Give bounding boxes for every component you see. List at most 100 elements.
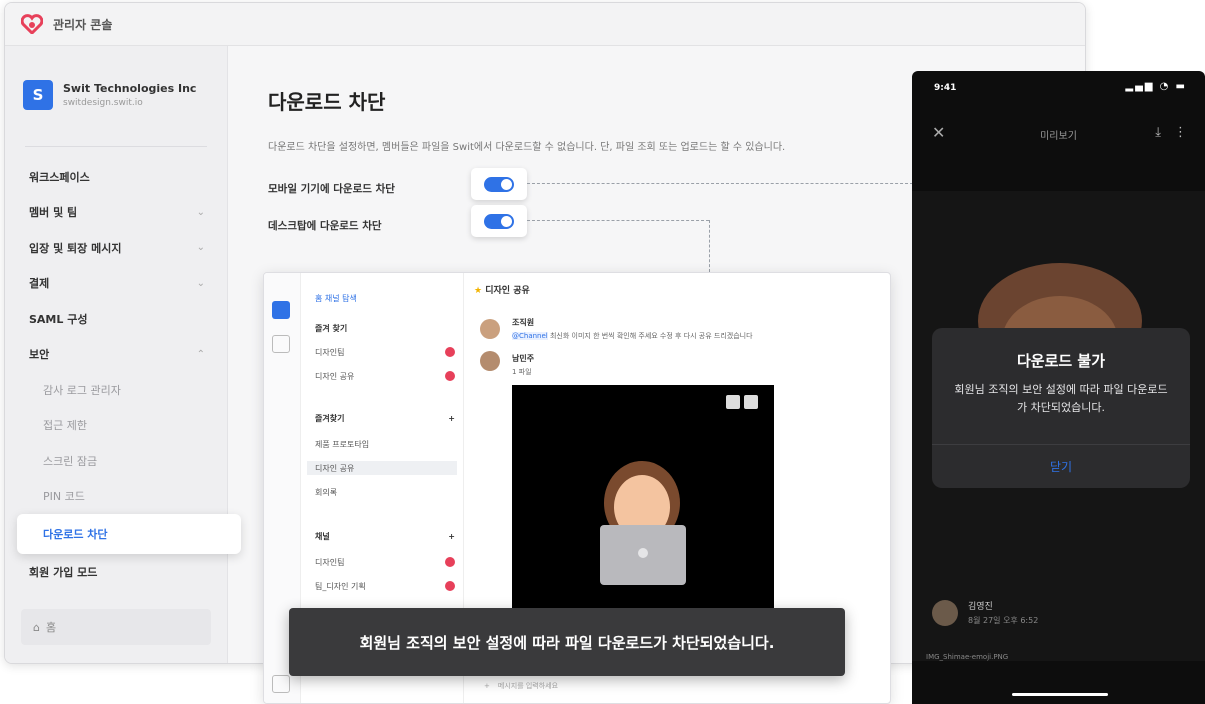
download-blocked-toast: 회원님 조직의 보안 설정에 따라 파일 다운로드가 차단되었습니다. [289, 608, 845, 676]
sidebar-item-label: PIN 코드 [43, 490, 85, 504]
list-item-label: 팀_디자인 기획 [315, 581, 366, 591]
sidebar-item-label: 보안 [29, 348, 50, 362]
home-icon: ⌂ [33, 620, 40, 634]
status-icons: ▂▄▆ ◔ ▬ [1125, 81, 1187, 92]
shared-video-preview[interactable] [512, 385, 774, 615]
desktop-download-toggle[interactable] [471, 205, 527, 237]
connector-line [527, 220, 709, 221]
list-item[interactable]: 디자인 공유 [315, 369, 455, 383]
unread-badge [445, 581, 455, 591]
sidebar-item-label: 워크스페이스 [29, 170, 90, 184]
rail-home-icon[interactable] [272, 301, 290, 319]
browse-channels[interactable]: 홈 채널 탐색 [315, 291, 455, 305]
download-unavailable-dialog: 다운로드 불가 회원님 조직의 보안 설정에 따라 파일 다운로드가 차단되었습… [932, 328, 1190, 488]
sidebar-item-saml[interactable]: SAML 구성 [5, 301, 227, 337]
home-button[interactable]: ⌂ 홈 [21, 609, 211, 645]
sidebar-item-security[interactable]: 보안 ⌃ [5, 337, 227, 373]
phone-header-title: 미리보기 [1040, 131, 1077, 142]
file-owner: 김영진 8월 27일 오후 6:52 [932, 599, 1038, 626]
chevron-up-icon: ⌃ [196, 348, 205, 360]
sidebar-item-label: 스크린 잠금 [43, 454, 98, 468]
sidebar-item-screen-lock[interactable]: 스크린 잠금 [5, 443, 227, 479]
composer-placeholder: 메시지를 입력하세요 [497, 682, 559, 690]
more-icon[interactable] [744, 395, 758, 409]
list-item-label: 즐겨 찾기 [315, 323, 348, 333]
memoji-image [600, 461, 686, 585]
owner-time: 8월 27일 오후 6:52 [968, 616, 1039, 625]
sidebar-item-audit-log[interactable]: 감사 로그 관리자 [5, 372, 227, 408]
org-name: Swit Technologies Inc [63, 82, 197, 95]
unread-badge [445, 347, 455, 357]
more-icon[interactable]: ⋮ [1174, 125, 1187, 140]
sidebar-item-label: SAML 구성 [29, 312, 88, 326]
list-item[interactable]: 팀_디자인 기획 [315, 579, 455, 593]
file-name: IMG_Shimae-emoji.PNG [926, 653, 1009, 661]
sidebar-item-members[interactable]: 멤버 및 팀 ⌄ [5, 195, 227, 231]
sidebar-item-download-block[interactable]: 다운로드 차단 [17, 514, 241, 554]
rail-settings-icon[interactable] [272, 675, 290, 693]
org-switcher[interactable]: S Swit Technologies Inc switdesign.swit.… [5, 46, 227, 110]
download-icon[interactable]: ⤓ [1155, 125, 1161, 140]
sidebar-nav: 워크스페이스 멤버 및 팀 ⌄ 입장 및 퇴장 메시지 ⌄ 결제 ⌄ SAML 구성 … [5, 147, 241, 590]
section-favorites[interactable]: 즐겨 찾기 [315, 321, 455, 335]
console-title: 관리자 콘솔 [53, 17, 113, 32]
dialog-close-button[interactable]: 닫기 [932, 445, 1190, 488]
list-item[interactable]: 회의록 [315, 485, 455, 499]
mobile-download-toggle[interactable] [471, 168, 527, 200]
list-item[interactable]: 제품 프로토타입 [315, 437, 455, 451]
toggle-switch [484, 176, 514, 192]
owner-name: 김영진 [968, 602, 993, 612]
status-time: 9:41 [934, 83, 957, 93]
section-channels[interactable]: 채널 + [315, 529, 455, 543]
sidebar-item-billing[interactable]: 결제 ⌄ [5, 266, 227, 302]
toggle-knob [501, 215, 512, 227]
connector-line [709, 220, 710, 272]
list-item[interactable]: 디자인팀 [315, 555, 455, 569]
home-label: 홈 [45, 621, 57, 634]
unread-badge [445, 557, 455, 567]
list-item-label: 디자인팀 [315, 557, 345, 567]
add-icon[interactable]: + [448, 532, 455, 541]
list-item[interactable]: 디자인팀 [315, 345, 455, 359]
list-item-selected[interactable]: 디자인 공유 [307, 461, 457, 475]
rail-task-icon[interactable] [272, 335, 290, 353]
chat-title[interactable]: ★ 디자인 공유 [474, 283, 530, 296]
add-icon[interactable]: + [448, 414, 455, 423]
sidebar-item-label: 회원 가입 모드 [29, 565, 98, 579]
chat-title-label: 디자인 공유 [485, 286, 530, 296]
mention-tag[interactable]: @Channel [512, 332, 548, 340]
download-icon[interactable] [726, 395, 740, 409]
section-follow[interactable]: 즐겨찾기 + [315, 411, 455, 425]
star-icon: ★ [474, 286, 483, 296]
avatar[interactable] [480, 351, 500, 371]
message-author: 조직원 [512, 318, 535, 327]
message-body: 최신화 이미지 한 번씩 확인해 주세요 수정 후 다시 공유 드리겠습니다 [549, 332, 753, 340]
sidebar-item-workspace[interactable]: 워크스페이스 [5, 159, 227, 195]
swit-logo-icon[interactable] [21, 13, 43, 35]
list-item-label: 채널 [315, 531, 330, 541]
add-icon[interactable]: + [484, 682, 490, 690]
sidebar-item-signup[interactable]: 회원 가입 모드 [5, 554, 227, 590]
message-composer[interactable]: + 메시지를 입력하세요 [484, 677, 880, 695]
toggle-switch [484, 213, 514, 229]
message-subtext: 1 파일 [512, 368, 532, 376]
unread-badge [445, 371, 455, 381]
dialog-message: 회원님 조직의 보안 설정에 따라 파일 다운로드가 차단되었습니다. [954, 383, 1168, 414]
chevron-down-icon: ⌄ [196, 277, 205, 289]
sidebar-item-pin[interactable]: PIN 코드 [5, 479, 227, 515]
avatar[interactable] [480, 319, 500, 339]
list-item-label: 홈 채널 탐색 [315, 293, 357, 303]
mobile-preview: 9:41 ▂▄▆ ◔ ▬ ✕ 미리보기 ⤓ ⋮ 다운로드 불가 회원님 조직의 … [912, 71, 1205, 704]
message-author: 남민주 [512, 354, 535, 363]
page-title: 다운로드 차단 [268, 90, 386, 114]
chevron-down-icon: ⌄ [196, 242, 205, 254]
sidebar-item-messages[interactable]: 입장 및 퇴장 메시지 ⌄ [5, 230, 227, 266]
connector-line [527, 183, 913, 184]
toggle-knob [501, 178, 512, 190]
list-item-label: 회의록 [315, 487, 338, 497]
list-item-label: 즐겨찾기 [315, 413, 345, 423]
message-text: @Channel 최신화 이미지 한 번씩 확인해 주세요 수정 후 다시 공유… [512, 331, 753, 341]
dialog-title: 다운로드 불가 [1016, 352, 1106, 370]
sidebar-item-access[interactable]: 접근 제한 [5, 408, 227, 444]
org-domain: switdesign.swit.io [63, 98, 143, 108]
